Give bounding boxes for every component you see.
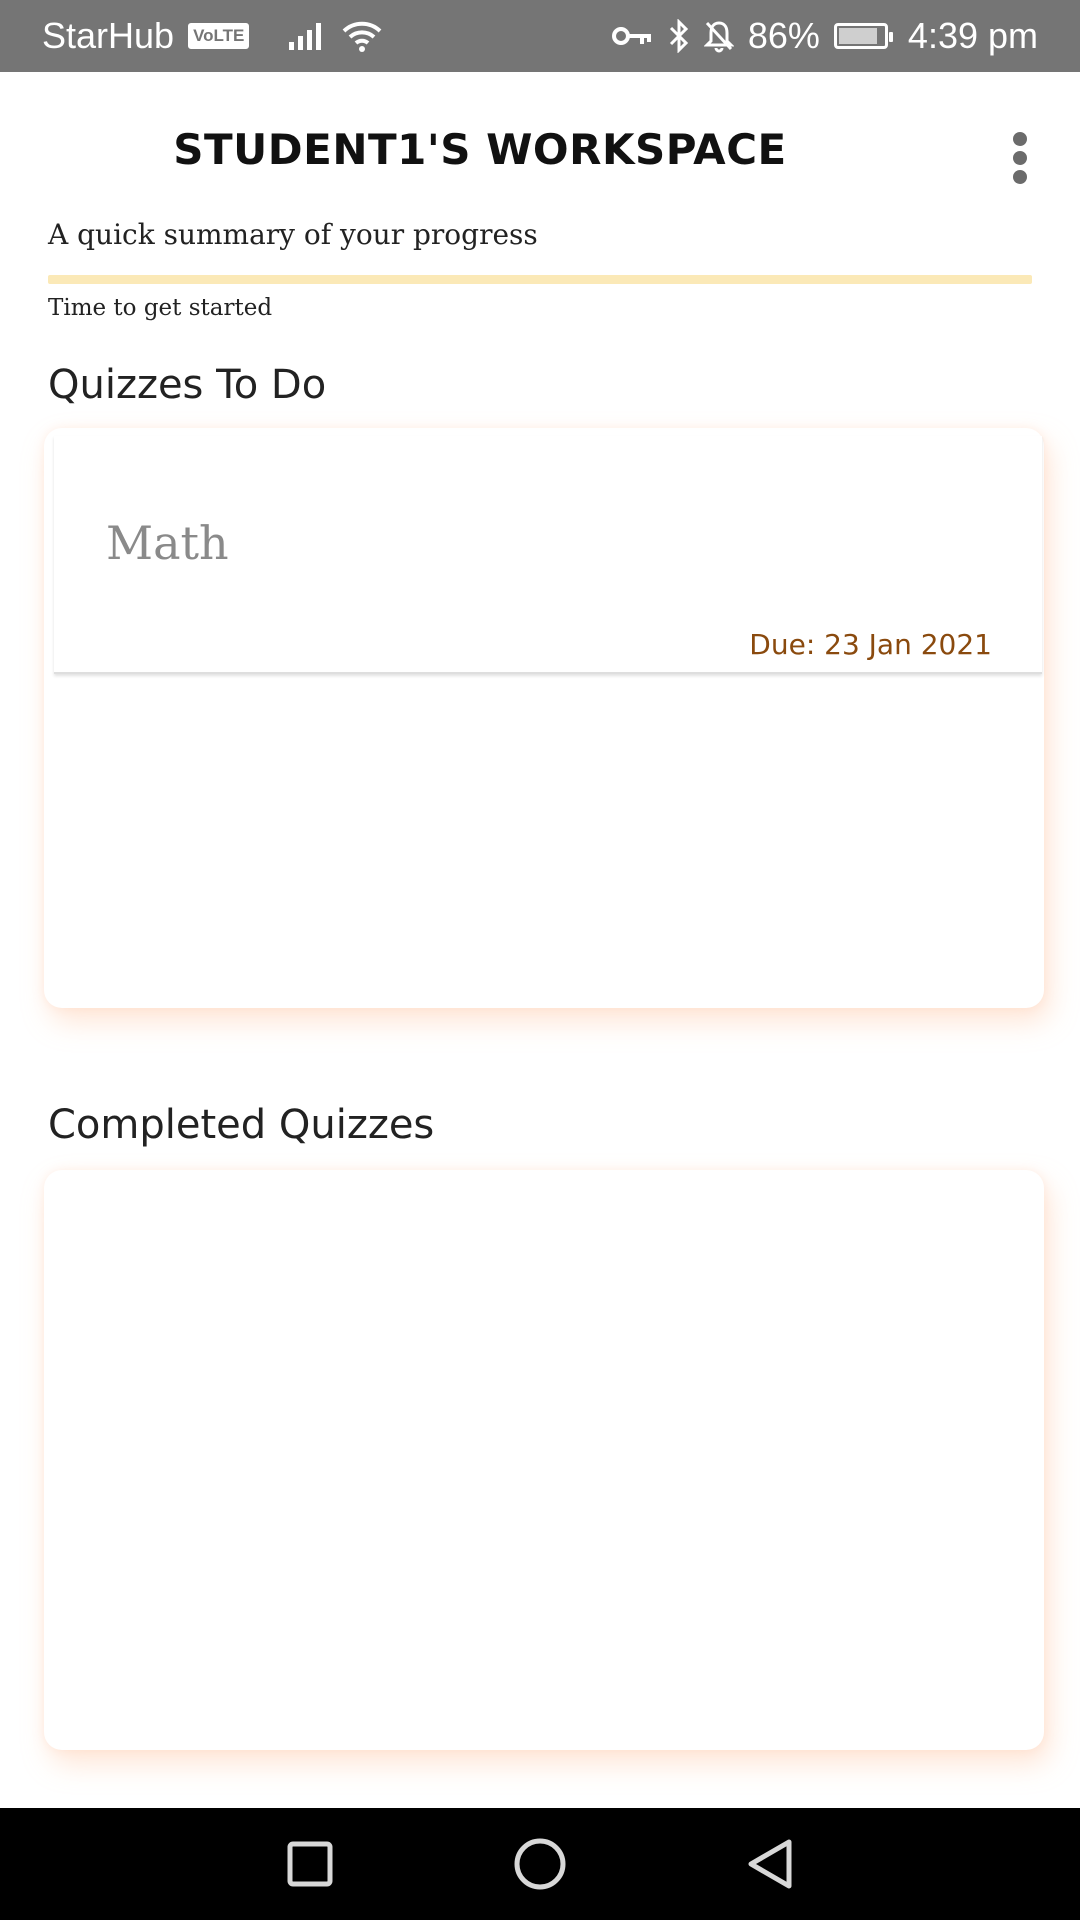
battery-percent: 86% bbox=[747, 15, 820, 56]
status-bar-left: StarHub VoLTE bbox=[42, 15, 383, 57]
status-bar-right: 86% 4:39 pm bbox=[611, 15, 1038, 57]
status-bar: StarHub VoLTE 86% 4:39 pm bbox=[0, 0, 1080, 72]
home-circle-icon[interactable] bbox=[510, 1834, 570, 1894]
progress-bar bbox=[48, 275, 1032, 284]
screen: StarHub VoLTE 86% 4:39 pm STUDENT1'S WOR… bbox=[0, 0, 1080, 1920]
signal-icon bbox=[287, 20, 327, 52]
carrier-label: StarHub bbox=[42, 15, 175, 56]
back-triangle-icon[interactable] bbox=[740, 1834, 800, 1894]
quizzes-todo-panel: Math Due: 23 Jan 2021 bbox=[44, 428, 1044, 1008]
notifications-off-icon bbox=[703, 19, 734, 53]
quiz-card[interactable]: Math Due: 23 Jan 2021 bbox=[54, 436, 1042, 674]
navigation-bar bbox=[0, 1808, 1080, 1920]
progress-caption: Time to get started bbox=[48, 295, 273, 321]
battery-icon bbox=[833, 23, 893, 49]
clock: 4:39 pm bbox=[907, 15, 1038, 56]
more-vert-icon bbox=[1013, 132, 1027, 146]
quiz-subject: Math bbox=[106, 516, 229, 570]
recents-square-icon[interactable] bbox=[280, 1834, 340, 1894]
volte-badge: VoLTE bbox=[188, 23, 250, 49]
wifi-icon bbox=[341, 19, 383, 53]
section-title-quizzes-todo: Quizzes To Do bbox=[48, 362, 327, 408]
quiz-due-date: Due: 23 Jan 2021 bbox=[749, 628, 992, 661]
vpn-key-icon bbox=[611, 24, 654, 48]
section-title-completed-quizzes: Completed Quizzes bbox=[48, 1102, 435, 1148]
completed-quizzes-panel bbox=[44, 1170, 1044, 1750]
bluetooth-icon bbox=[668, 19, 690, 53]
overflow-menu-button[interactable] bbox=[1000, 128, 1040, 188]
progress-summary-label: A quick summary of your progress bbox=[48, 218, 538, 251]
page-title: STUDENT1'S WORKSPACE bbox=[173, 125, 787, 174]
